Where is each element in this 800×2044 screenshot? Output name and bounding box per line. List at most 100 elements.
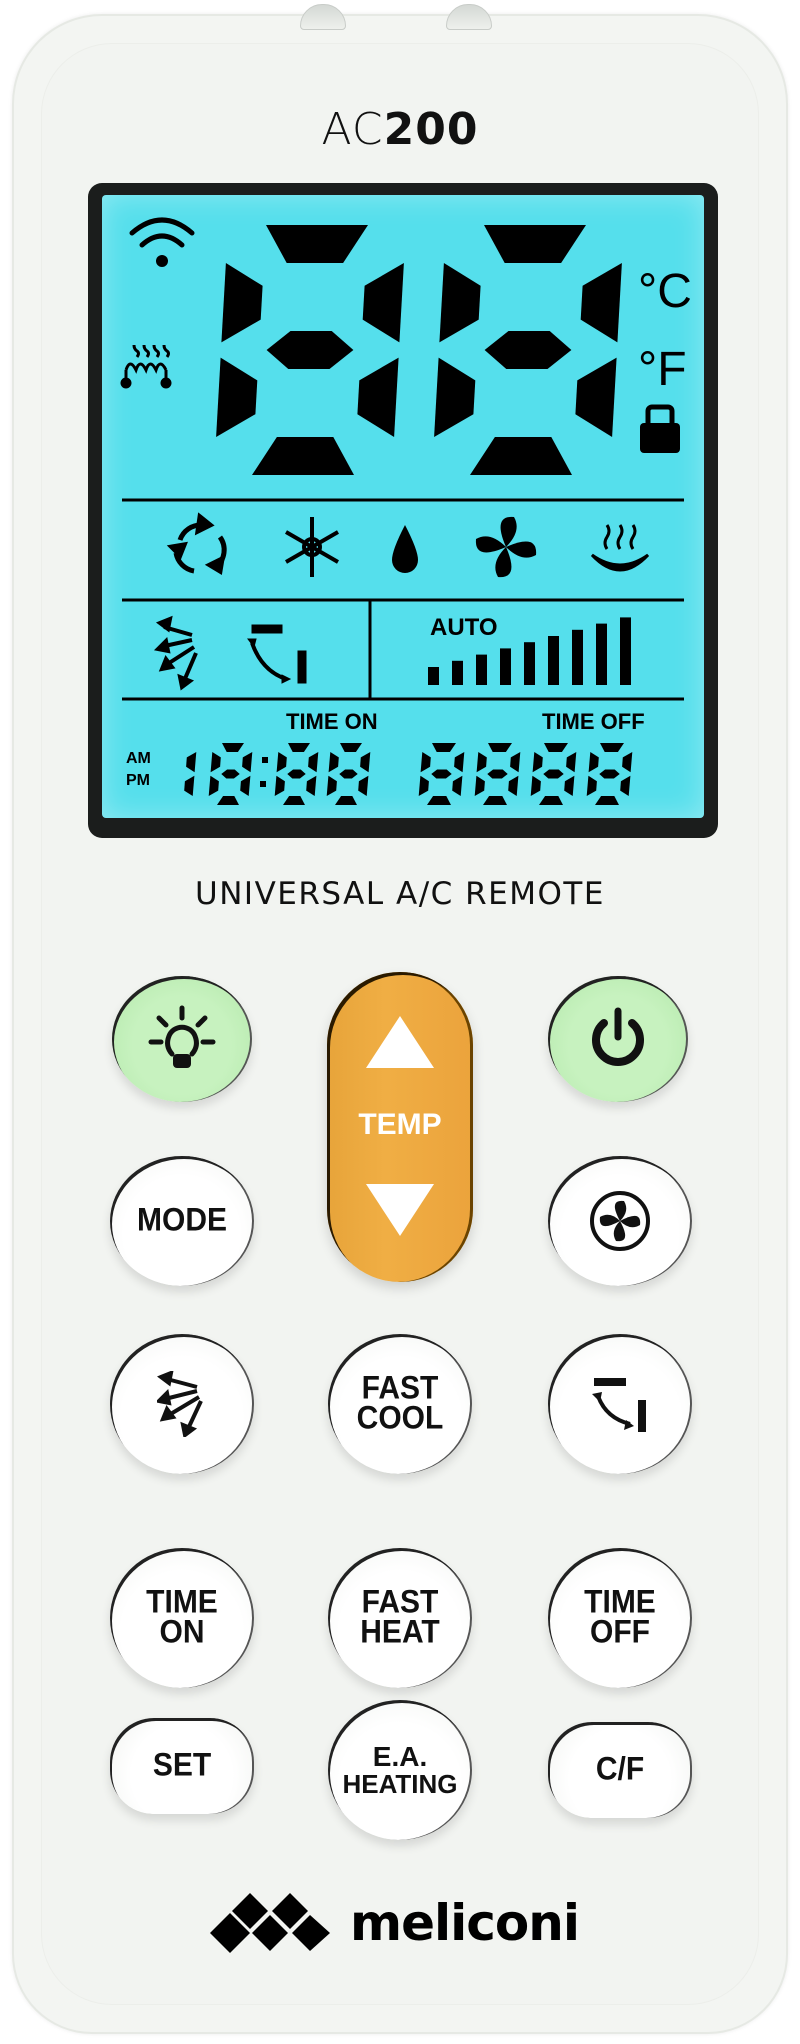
ea-heating-line2: HEATING xyxy=(342,1769,458,1799)
ea-heating-button[interactable]: E.A. HEATING xyxy=(328,1700,472,1840)
segment-g xyxy=(266,331,354,369)
fan-speed-bar xyxy=(548,636,559,685)
ir-emitter-right xyxy=(446,4,492,30)
temp-rocker[interactable]: TEMP xyxy=(327,972,473,1282)
fast-cool-button[interactable]: FAST COOL xyxy=(328,1334,472,1474)
segment-b xyxy=(454,752,465,773)
segment-a xyxy=(266,225,368,263)
time-off-button[interactable]: TIME OFF xyxy=(548,1548,692,1688)
am-label: AM xyxy=(126,750,151,767)
pm-label: PM xyxy=(126,772,150,789)
segment-g xyxy=(287,769,306,779)
segment-c xyxy=(508,775,519,796)
segment-b xyxy=(186,752,197,773)
segment-b xyxy=(308,752,319,773)
light-bulb-icon xyxy=(148,1005,216,1068)
segment-f xyxy=(328,752,339,773)
segment-b xyxy=(622,752,633,773)
fan-speed-bar xyxy=(500,648,511,685)
segment-e xyxy=(418,775,429,796)
segment-b xyxy=(566,752,577,773)
segment-g xyxy=(431,769,452,779)
lcd-frame: °C °F AUTO TIME ON TIME OFF AM PM xyxy=(88,183,718,838)
segment-c xyxy=(240,775,251,796)
model-number: 200 xyxy=(383,104,479,155)
fan-speed-bar xyxy=(452,660,463,685)
segment-d xyxy=(595,796,619,805)
segment-d xyxy=(483,796,507,805)
fast-cool-line2: COOL xyxy=(356,1400,444,1437)
heater-element-icon xyxy=(120,344,172,389)
brand-name: meliconi xyxy=(350,1894,580,1952)
cf-button[interactable]: C/F xyxy=(548,1722,692,1818)
segment-c xyxy=(184,775,195,796)
lcd-display: °C °F AUTO TIME ON TIME OFF AM PM xyxy=(102,195,704,818)
set-button[interactable]: SET xyxy=(110,1718,254,1814)
segment-f xyxy=(476,752,487,773)
mode-button[interactable]: MODE xyxy=(110,1156,254,1286)
model-name: AC200 xyxy=(0,104,800,155)
time-off-line2: OFF xyxy=(590,1614,650,1651)
cf-label: C/F xyxy=(595,1751,645,1788)
segment-g xyxy=(484,331,572,369)
time-on-digit xyxy=(274,743,319,805)
time-on-line2: ON xyxy=(159,1614,205,1651)
dry-drop-icon xyxy=(392,525,418,573)
power-button[interactable] xyxy=(548,976,688,1102)
segment-a xyxy=(488,743,512,752)
main-temperature-digits xyxy=(216,225,622,475)
unit-celsius: °C xyxy=(638,265,692,318)
segment-d xyxy=(283,796,305,805)
ea-heating-line1: E.A. xyxy=(372,1741,428,1772)
segment-g xyxy=(221,769,240,779)
segment-g xyxy=(339,769,358,779)
segment-e xyxy=(434,357,476,437)
segment-c xyxy=(564,775,575,796)
signal-icon xyxy=(129,217,195,267)
fan-button[interactable] xyxy=(548,1156,692,1286)
segment-c xyxy=(620,775,631,796)
fan-speed-bar xyxy=(476,654,487,685)
swing-button[interactable] xyxy=(110,1334,254,1474)
flap-direction-icon xyxy=(592,1378,646,1432)
segment-f xyxy=(420,752,431,773)
segment-d xyxy=(539,796,563,805)
time-off-digit xyxy=(474,743,521,805)
segment-f xyxy=(210,752,221,773)
cool-snowflake-icon xyxy=(285,517,339,577)
temp-label: TEMP xyxy=(358,1108,442,1141)
time-off-digit xyxy=(530,743,577,805)
set-label: SET xyxy=(152,1747,212,1784)
fast-heat-button[interactable]: FAST HEAT xyxy=(328,1548,472,1688)
segment-f xyxy=(588,752,599,773)
segment-g xyxy=(543,769,564,779)
segment-f xyxy=(439,263,481,343)
segment-b xyxy=(510,752,521,773)
segment-b xyxy=(362,263,404,343)
segment-f xyxy=(221,263,263,343)
fan-speed-auto-label: AUTO xyxy=(430,614,498,641)
segment-a xyxy=(544,743,568,752)
heat-icon xyxy=(590,524,650,572)
segment-a xyxy=(484,225,586,263)
fast-heat-line2: HEAT xyxy=(360,1614,440,1651)
segment-e xyxy=(474,775,485,796)
meliconi-diamonds-icon xyxy=(210,1893,330,1953)
segment-b xyxy=(580,263,622,343)
fan-speed-bar xyxy=(620,617,631,685)
segment-d xyxy=(335,796,357,805)
fan-icon xyxy=(590,1191,650,1251)
main-digit xyxy=(434,225,622,475)
time-off-digit xyxy=(586,743,633,805)
segment-f xyxy=(276,752,287,773)
time-on-button[interactable]: TIME ON xyxy=(110,1548,254,1688)
flap-button[interactable] xyxy=(548,1334,692,1474)
light-button[interactable] xyxy=(112,976,252,1102)
subtitle: UNIVERSAL A/C REMOTE xyxy=(195,876,605,912)
segment-e xyxy=(586,775,597,796)
segment-a xyxy=(600,743,624,752)
flap-direction-icon xyxy=(247,624,307,684)
temp-up-icon[interactable] xyxy=(366,1016,434,1068)
segment-c xyxy=(575,357,617,437)
temp-down-icon[interactable] xyxy=(366,1184,434,1236)
